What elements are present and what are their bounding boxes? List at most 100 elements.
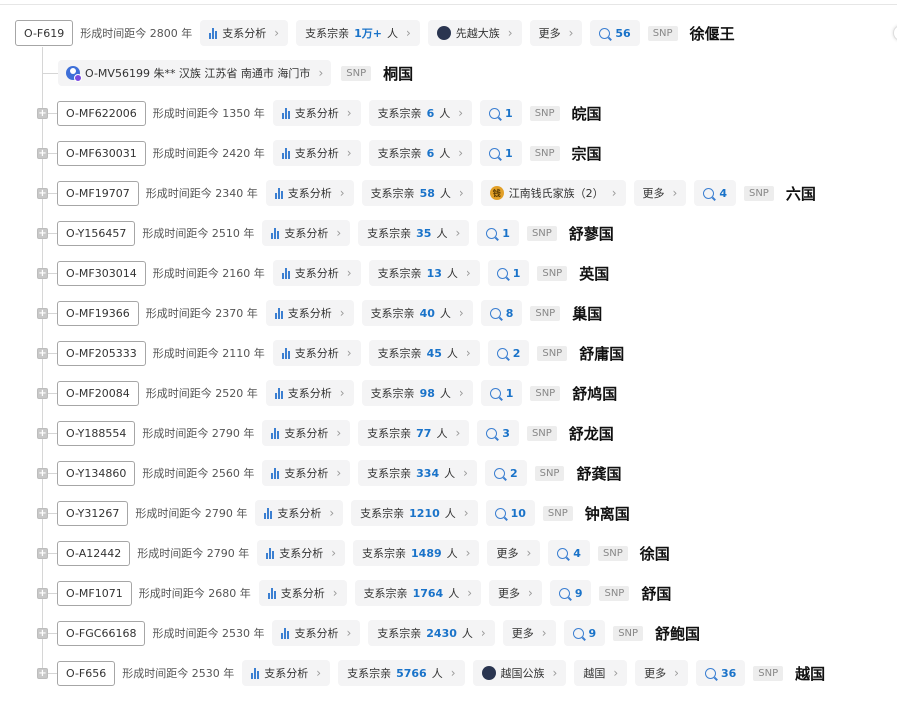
haplogroup-code[interactable]: O-Y156457 — [57, 220, 136, 246]
snp-badge[interactable]: SNP — [613, 625, 644, 641]
clan-tag-button[interactable]: 越国 › — [574, 660, 628, 686]
expand-plus-icon[interactable]: + — [37, 588, 48, 599]
haplogroup-code[interactable]: O-MF622006 — [57, 100, 146, 126]
haplogroup-code[interactable]: O-Y31267 — [57, 500, 129, 526]
snp-badge[interactable]: SNP — [529, 145, 560, 161]
haplogroup-code[interactable]: O-MF1071 — [57, 580, 132, 606]
clan-relatives-button[interactable]: 支系宗亲 2430 人 › — [368, 620, 495, 646]
snp-badge[interactable]: SNP — [534, 465, 565, 481]
branch-analysis-button[interactable]: 支系分析 › — [255, 500, 344, 526]
questions-button[interactable]: 9 — [563, 620, 606, 646]
clan-relatives-button[interactable]: 支系宗亲 98 人 › — [361, 380, 473, 406]
clan-relatives-button[interactable]: 支系宗亲 6 人 › — [368, 100, 473, 126]
expand-plus-icon[interactable]: + — [37, 308, 48, 319]
questions-button[interactable]: 4 — [548, 540, 590, 566]
clan-relatives-button[interactable]: 支系宗亲 334 人 › — [358, 460, 477, 486]
more-button[interactable]: 更多 › — [487, 540, 541, 566]
branch-analysis-button[interactable]: 支系分析 › — [272, 620, 361, 646]
questions-button[interactable]: 36 — [695, 660, 746, 686]
branch-analysis-button[interactable]: 支系分析 › — [257, 540, 346, 566]
snp-badge[interactable]: SNP — [542, 505, 573, 521]
questions-button[interactable]: 8 — [480, 300, 523, 326]
expand-plus-icon[interactable]: + — [37, 468, 48, 479]
expand-plus-icon[interactable]: + — [37, 628, 48, 639]
branch-analysis-button[interactable]: 支系分析 › — [265, 300, 354, 326]
clan-relatives-button[interactable]: 支系宗亲 45 人 › — [368, 340, 480, 366]
branch-analysis-button[interactable]: 支系分析 › — [272, 100, 361, 126]
snp-badge[interactable]: SNP — [341, 65, 372, 81]
scroll-handle[interactable] — [893, 25, 897, 41]
haplogroup-code[interactable]: O-MF19366 — [57, 300, 139, 326]
clan-relatives-button[interactable]: 支系宗亲 5766 人 › — [338, 660, 465, 686]
more-button[interactable]: 更多 › — [635, 660, 688, 686]
snp-badge[interactable]: SNP — [529, 105, 560, 121]
questions-button[interactable]: 1 — [480, 380, 523, 406]
haplogroup-code[interactable]: O-A12442 — [57, 540, 131, 566]
expand-plus-icon[interactable]: + — [37, 268, 48, 279]
clan-relatives-button[interactable]: 支系宗亲 77 人 › — [358, 420, 470, 446]
clan-relatives-button[interactable]: 支系宗亲 1764 人 › — [354, 580, 481, 606]
questions-button[interactable]: 3 — [477, 420, 519, 446]
questions-button[interactable]: 10 — [485, 500, 535, 526]
clan-relatives-button[interactable]: 支系宗亲 58 人 › — [361, 180, 473, 206]
questions-button[interactable]: 2 — [484, 460, 527, 486]
expand-plus-icon[interactable]: + — [37, 108, 48, 119]
snp-badge[interactable]: SNP — [530, 305, 561, 321]
expand-plus-icon[interactable]: + — [37, 228, 48, 239]
snp-badge[interactable]: SNP — [537, 345, 568, 361]
clan-relatives-button[interactable]: 支系宗亲 1万+ 人 › — [296, 20, 420, 46]
questions-button[interactable]: 1 — [487, 260, 530, 286]
haplogroup-code[interactable]: O-MF205333 — [57, 340, 146, 366]
branch-analysis-button[interactable]: 支系分析 › — [258, 580, 347, 606]
branch-analysis-button[interactable]: 支系分析 › — [262, 460, 351, 486]
branch-analysis-button[interactable]: 支系分析 › — [272, 260, 361, 286]
snp-badge[interactable]: SNP — [743, 185, 774, 201]
clan-relatives-button[interactable]: 支系宗亲 13 人 › — [368, 260, 480, 286]
haplogroup-code[interactable]: O-F619 — [15, 20, 74, 46]
clan-relatives-button[interactable]: 支系宗亲 1210 人 › — [351, 500, 478, 526]
questions-button[interactable]: 9 — [549, 580, 592, 606]
snp-badge[interactable]: SNP — [647, 25, 678, 41]
expand-plus-icon[interactable]: + — [37, 508, 48, 519]
questions-button[interactable]: 1 — [480, 140, 522, 166]
expand-plus-icon[interactable]: + — [37, 148, 48, 159]
haplogroup-code[interactable]: O-Y188554 — [57, 420, 136, 446]
questions-button[interactable]: 4 — [694, 180, 736, 206]
expand-plus-icon[interactable]: + — [37, 668, 48, 679]
branch-analysis-button[interactable]: 支系分析 › — [262, 420, 351, 446]
expand-plus-icon[interactable]: + — [37, 428, 48, 439]
clan-relatives-button[interactable]: 支系宗亲 40 人 › — [361, 300, 473, 326]
expand-plus-icon[interactable]: + — [37, 348, 48, 359]
haplogroup-code[interactable]: O-MF20084 — [57, 380, 139, 406]
clan-relatives-button[interactable]: 支系宗亲 1489 人 › — [353, 540, 480, 566]
sample-info-button[interactable]: O-MV56199 朱** 汉族 江苏省 南通市 海门市 › — [58, 60, 332, 86]
snp-badge[interactable]: SNP — [537, 265, 568, 281]
more-button[interactable]: 更多 › — [489, 580, 542, 606]
snp-badge[interactable]: SNP — [530, 385, 561, 401]
questions-button[interactable]: 2 — [487, 340, 530, 366]
snp-badge[interactable]: SNP — [597, 545, 628, 561]
expand-plus-icon[interactable]: + — [37, 388, 48, 399]
snp-badge[interactable]: SNP — [599, 585, 630, 601]
haplogroup-code[interactable]: O-Y134860 — [57, 460, 136, 486]
more-button[interactable]: 更多 › — [529, 20, 583, 46]
branch-analysis-button[interactable]: 支系分析 › — [200, 20, 289, 46]
questions-button[interactable]: 1 — [477, 220, 519, 246]
haplogroup-code[interactable]: O-MF303014 — [57, 260, 146, 286]
more-button[interactable]: 更多 › — [633, 180, 687, 206]
more-button[interactable]: 更多 › — [502, 620, 556, 646]
questions-button[interactable]: 1 — [480, 100, 522, 126]
branch-analysis-button[interactable]: 支系分析 › — [265, 380, 354, 406]
haplogroup-code[interactable]: O-F656 — [57, 660, 116, 686]
expand-plus-icon[interactable]: + — [37, 548, 48, 559]
snp-badge[interactable]: SNP — [526, 225, 557, 241]
clan-tag-button[interactable]: 钱江南钱氏家族（2） › — [480, 180, 626, 206]
branch-analysis-button[interactable]: 支系分析 › — [242, 660, 331, 686]
branch-analysis-button[interactable]: 支系分析 › — [265, 180, 354, 206]
questions-button[interactable]: 56 — [590, 20, 640, 46]
branch-analysis-button[interactable]: 支系分析 › — [272, 140, 361, 166]
clan-tag-button[interactable]: 先越大族 › — [427, 20, 522, 46]
branch-analysis-button[interactable]: 支系分析 › — [262, 220, 351, 246]
clan-tag-button[interactable]: 越国公族 › — [472, 660, 567, 686]
snp-badge[interactable]: SNP — [526, 425, 557, 441]
